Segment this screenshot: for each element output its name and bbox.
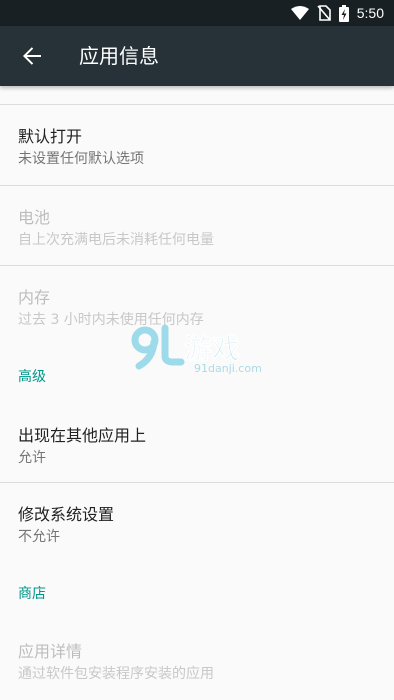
status-bar: 5:50 xyxy=(0,0,394,26)
list-item-default-open[interactable]: 默认打开 未设置任何默认选项 xyxy=(0,105,394,185)
battery-charging-icon xyxy=(338,4,349,22)
item-summary: 过去 3 小时内未使用任何内存 xyxy=(18,312,204,328)
item-title: 应用详情 xyxy=(18,642,83,661)
arrow-back-icon xyxy=(23,47,41,65)
status-icons: 5:50 xyxy=(290,3,384,23)
item-title: 内存 xyxy=(18,288,51,307)
settings-list[interactable]: 默认打开 未设置任何默认选项 电池 自上次充满电后未消耗任何电量 内存 过去 3… xyxy=(0,86,394,700)
item-summary: 允许 xyxy=(18,450,46,466)
item-title: 出现在其他应用上 xyxy=(18,426,147,445)
list-item-modify-settings[interactable]: 修改系统设置 不允许 xyxy=(0,483,394,563)
list-item-memory[interactable]: 内存 过去 3 小时内未使用任何内存 xyxy=(0,266,394,346)
section-header-store: 商店 xyxy=(18,586,46,602)
app-info-screen: 5:50 应用信息 默认打开 未设置任何默认选项 电池 自上次充满电后未消耗任何… xyxy=(0,0,394,700)
list-item-battery[interactable]: 电池 自上次充满电后未消耗任何电量 xyxy=(0,186,394,266)
no-sim-icon xyxy=(317,5,331,21)
item-summary: 通过软件包安装程序安装的应用 xyxy=(18,666,214,682)
list-item-app-details[interactable]: 应用详情 通过软件包安装程序安装的应用 xyxy=(0,620,394,700)
wifi-icon xyxy=(290,6,309,20)
list-item-draw-over-apps[interactable]: 出现在其他应用上 允许 xyxy=(0,406,394,486)
back-button[interactable] xyxy=(8,32,56,80)
app-bar: 应用信息 xyxy=(0,26,394,86)
item-title: 默认打开 xyxy=(18,127,83,146)
item-title: 电池 xyxy=(18,208,51,227)
section-header-advanced: 高级 xyxy=(18,369,46,385)
page-title: 应用信息 xyxy=(79,44,159,68)
item-summary: 自上次充满电后未消耗任何电量 xyxy=(18,232,214,248)
item-summary: 不允许 xyxy=(18,529,60,545)
item-title: 修改系统设置 xyxy=(18,505,115,524)
item-summary: 未设置任何默认选项 xyxy=(18,151,144,167)
status-time: 5:50 xyxy=(356,5,384,21)
